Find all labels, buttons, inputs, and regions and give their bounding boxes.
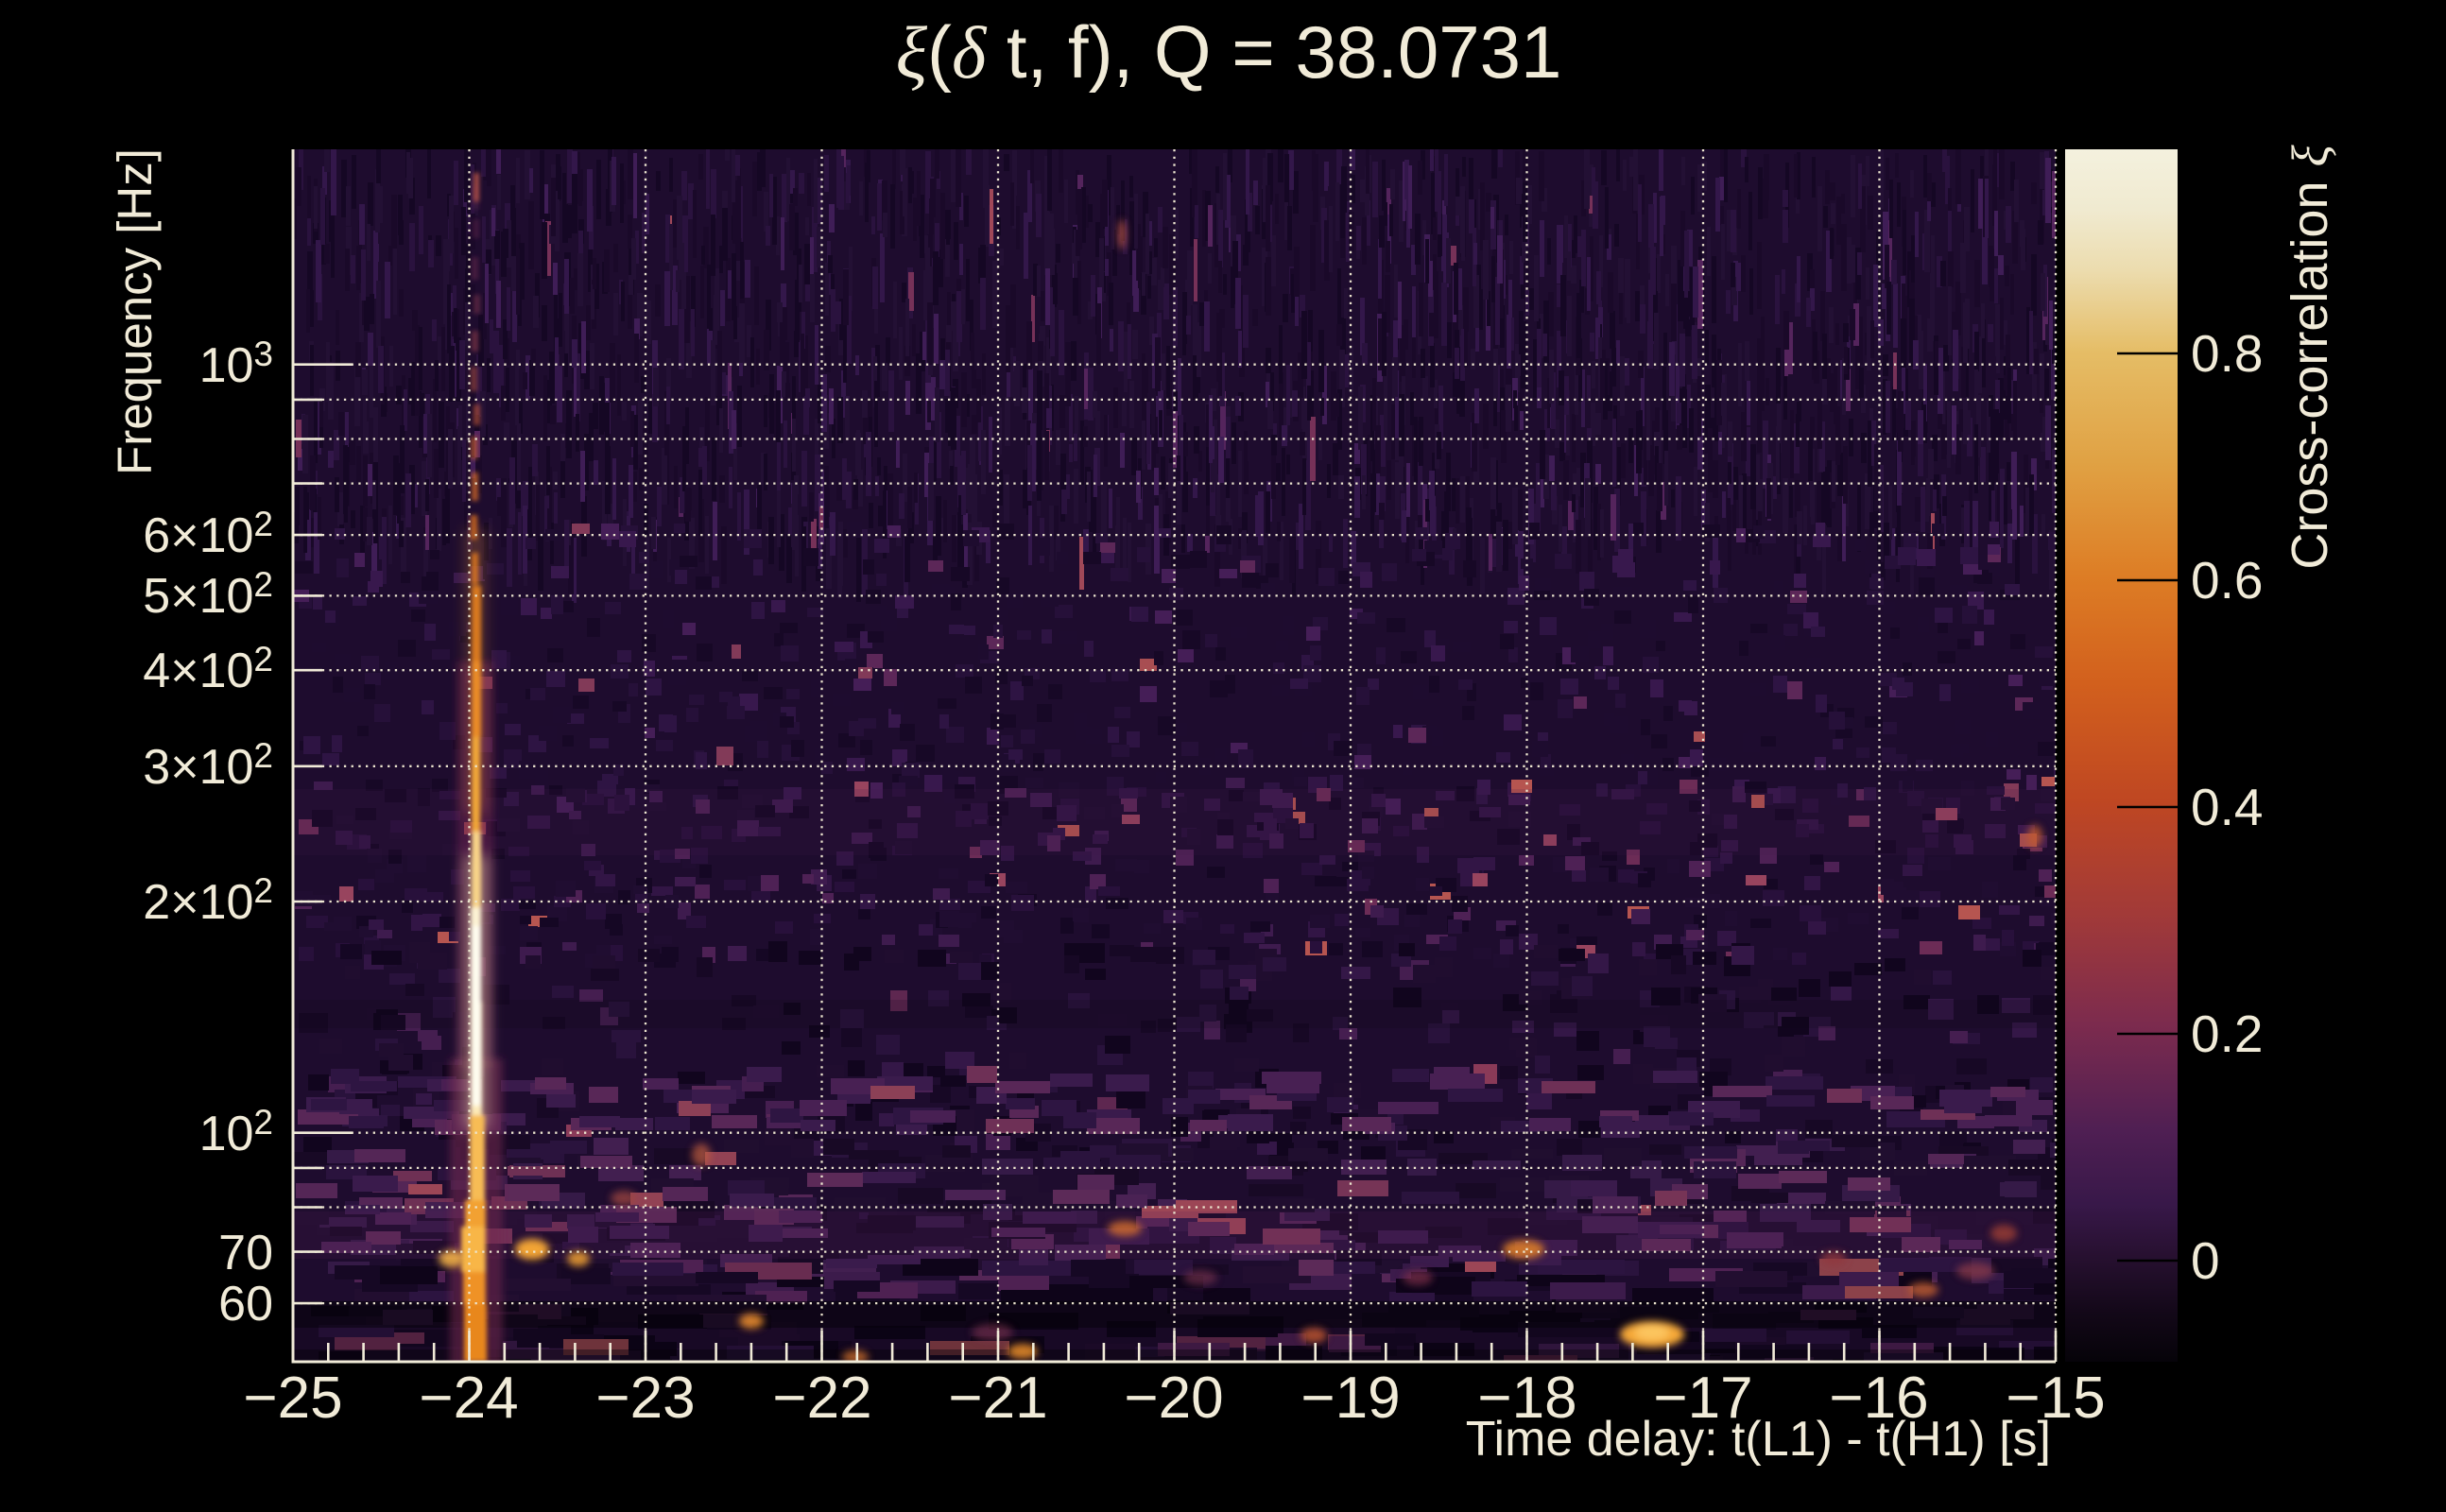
svg-text:0.8: 0.8 — [2191, 324, 2263, 383]
svg-text:0.2: 0.2 — [2191, 1005, 2263, 1063]
svg-text:Time delay: t(L1) - t(H1) [s]: Time delay: t(L1) - t(H1) [s] — [1466, 1412, 2051, 1467]
svg-text:2×102: 2×102 — [143, 871, 273, 930]
svg-text:0.4: 0.4 — [2191, 778, 2263, 836]
svg-text:0.6: 0.6 — [2191, 551, 2263, 610]
svg-text:−25: −25 — [243, 1366, 342, 1431]
svg-text:−21: −21 — [948, 1366, 1047, 1431]
svg-text:0: 0 — [2191, 1231, 2220, 1290]
svg-text:4×102: 4×102 — [143, 640, 273, 698]
svg-text:Cross-correlation ξ: Cross-correlation ξ — [2282, 145, 2338, 570]
svg-text:−22: −22 — [772, 1366, 871, 1431]
svg-text:60: 60 — [218, 1277, 273, 1332]
svg-text:−24: −24 — [419, 1366, 518, 1431]
svg-text:70: 70 — [218, 1226, 273, 1280]
svg-text:−23: −23 — [595, 1366, 695, 1431]
svg-text:3×102: 3×102 — [143, 736, 273, 795]
svg-text:6×102: 6×102 — [143, 505, 273, 563]
svg-text:Frequency [Hz]: Frequency [Hz] — [108, 148, 162, 475]
svg-text:−20: −20 — [1124, 1366, 1223, 1431]
svg-text:ξ(δ t, f), Q = 38.0731: ξ(δ t, f), Q = 38.0731 — [896, 10, 1562, 94]
svg-text:−19: −19 — [1301, 1366, 1400, 1431]
svg-text:5×102: 5×102 — [143, 565, 273, 624]
